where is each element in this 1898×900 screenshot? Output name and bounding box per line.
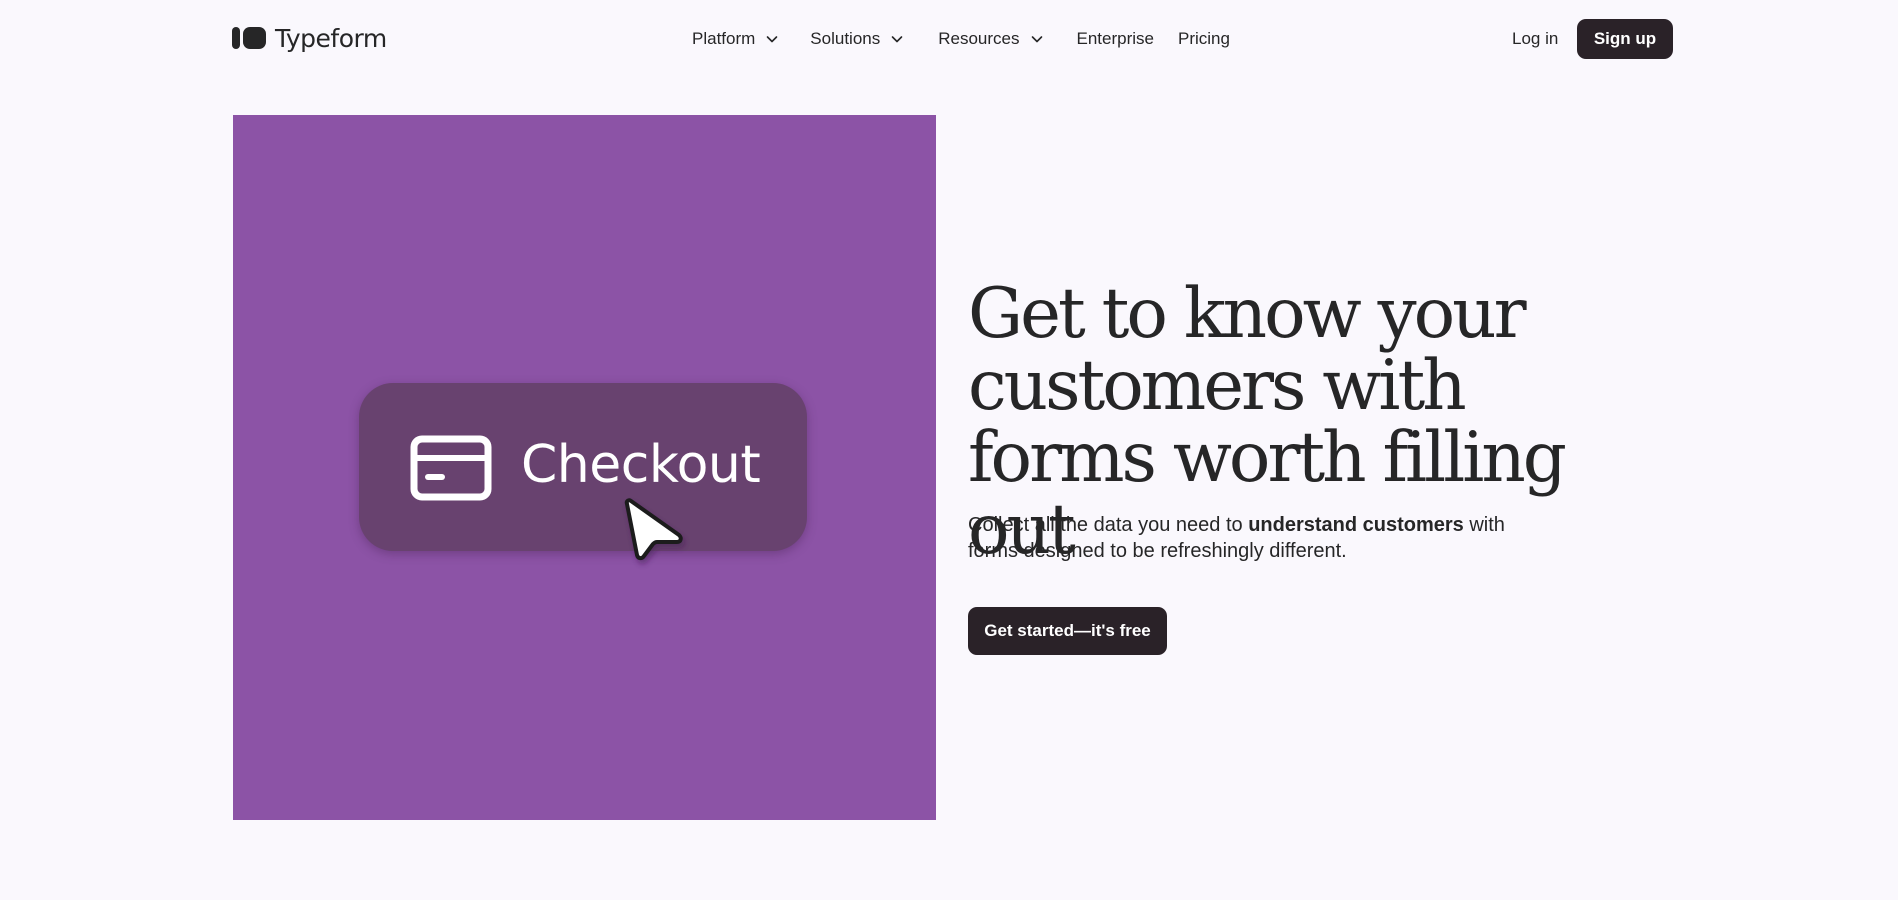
subtext-part: Collect all the data you need to bbox=[968, 514, 1249, 536]
typeform-logo[interactable]: Typeform bbox=[232, 22, 387, 54]
credit-card-icon bbox=[410, 435, 492, 501]
nav-item-enterprise[interactable]: Enterprise bbox=[1077, 29, 1154, 49]
chevron-down-icon bbox=[764, 31, 780, 47]
site-header: Typeform Platform Solutions Resources En… bbox=[0, 0, 1898, 78]
nav-item-resources[interactable]: Resources bbox=[938, 29, 1044, 49]
nav-item-label: Platform bbox=[692, 29, 756, 48]
nav-item-label: Resources bbox=[938, 29, 1020, 48]
signup-button[interactable]: Sign up bbox=[1577, 19, 1673, 59]
checkout-label: Checkout bbox=[521, 435, 761, 495]
hero-subtext: Collect all the data you need to underst… bbox=[968, 512, 1548, 564]
chevron-down-icon bbox=[889, 31, 905, 47]
nav-item-platform[interactable]: Platform bbox=[692, 29, 780, 49]
hero-media: Checkout bbox=[233, 115, 936, 820]
login-link[interactable]: Log in bbox=[1512, 29, 1558, 49]
cursor-pointer-icon bbox=[621, 493, 693, 573]
typeform-logo-icon bbox=[232, 27, 266, 49]
nav-item-label: Solutions bbox=[810, 29, 881, 48]
checkout-button-illustration: Checkout bbox=[359, 383, 807, 551]
nav-item-pricing[interactable]: Pricing bbox=[1178, 29, 1230, 49]
nav-item-label: Pricing bbox=[1177, 29, 1230, 48]
subtext-emphasis: understand customers bbox=[1248, 514, 1464, 536]
get-started-button[interactable]: Get started—it's free bbox=[968, 607, 1167, 655]
nav-item-solutions[interactable]: Solutions bbox=[810, 29, 905, 49]
logo-text: Typeform bbox=[275, 23, 387, 53]
chevron-down-icon bbox=[1029, 31, 1045, 47]
main-nav: Platform Solutions Resources Enterprise … bbox=[692, 26, 1230, 52]
nav-item-label: Enterprise bbox=[1076, 29, 1154, 48]
